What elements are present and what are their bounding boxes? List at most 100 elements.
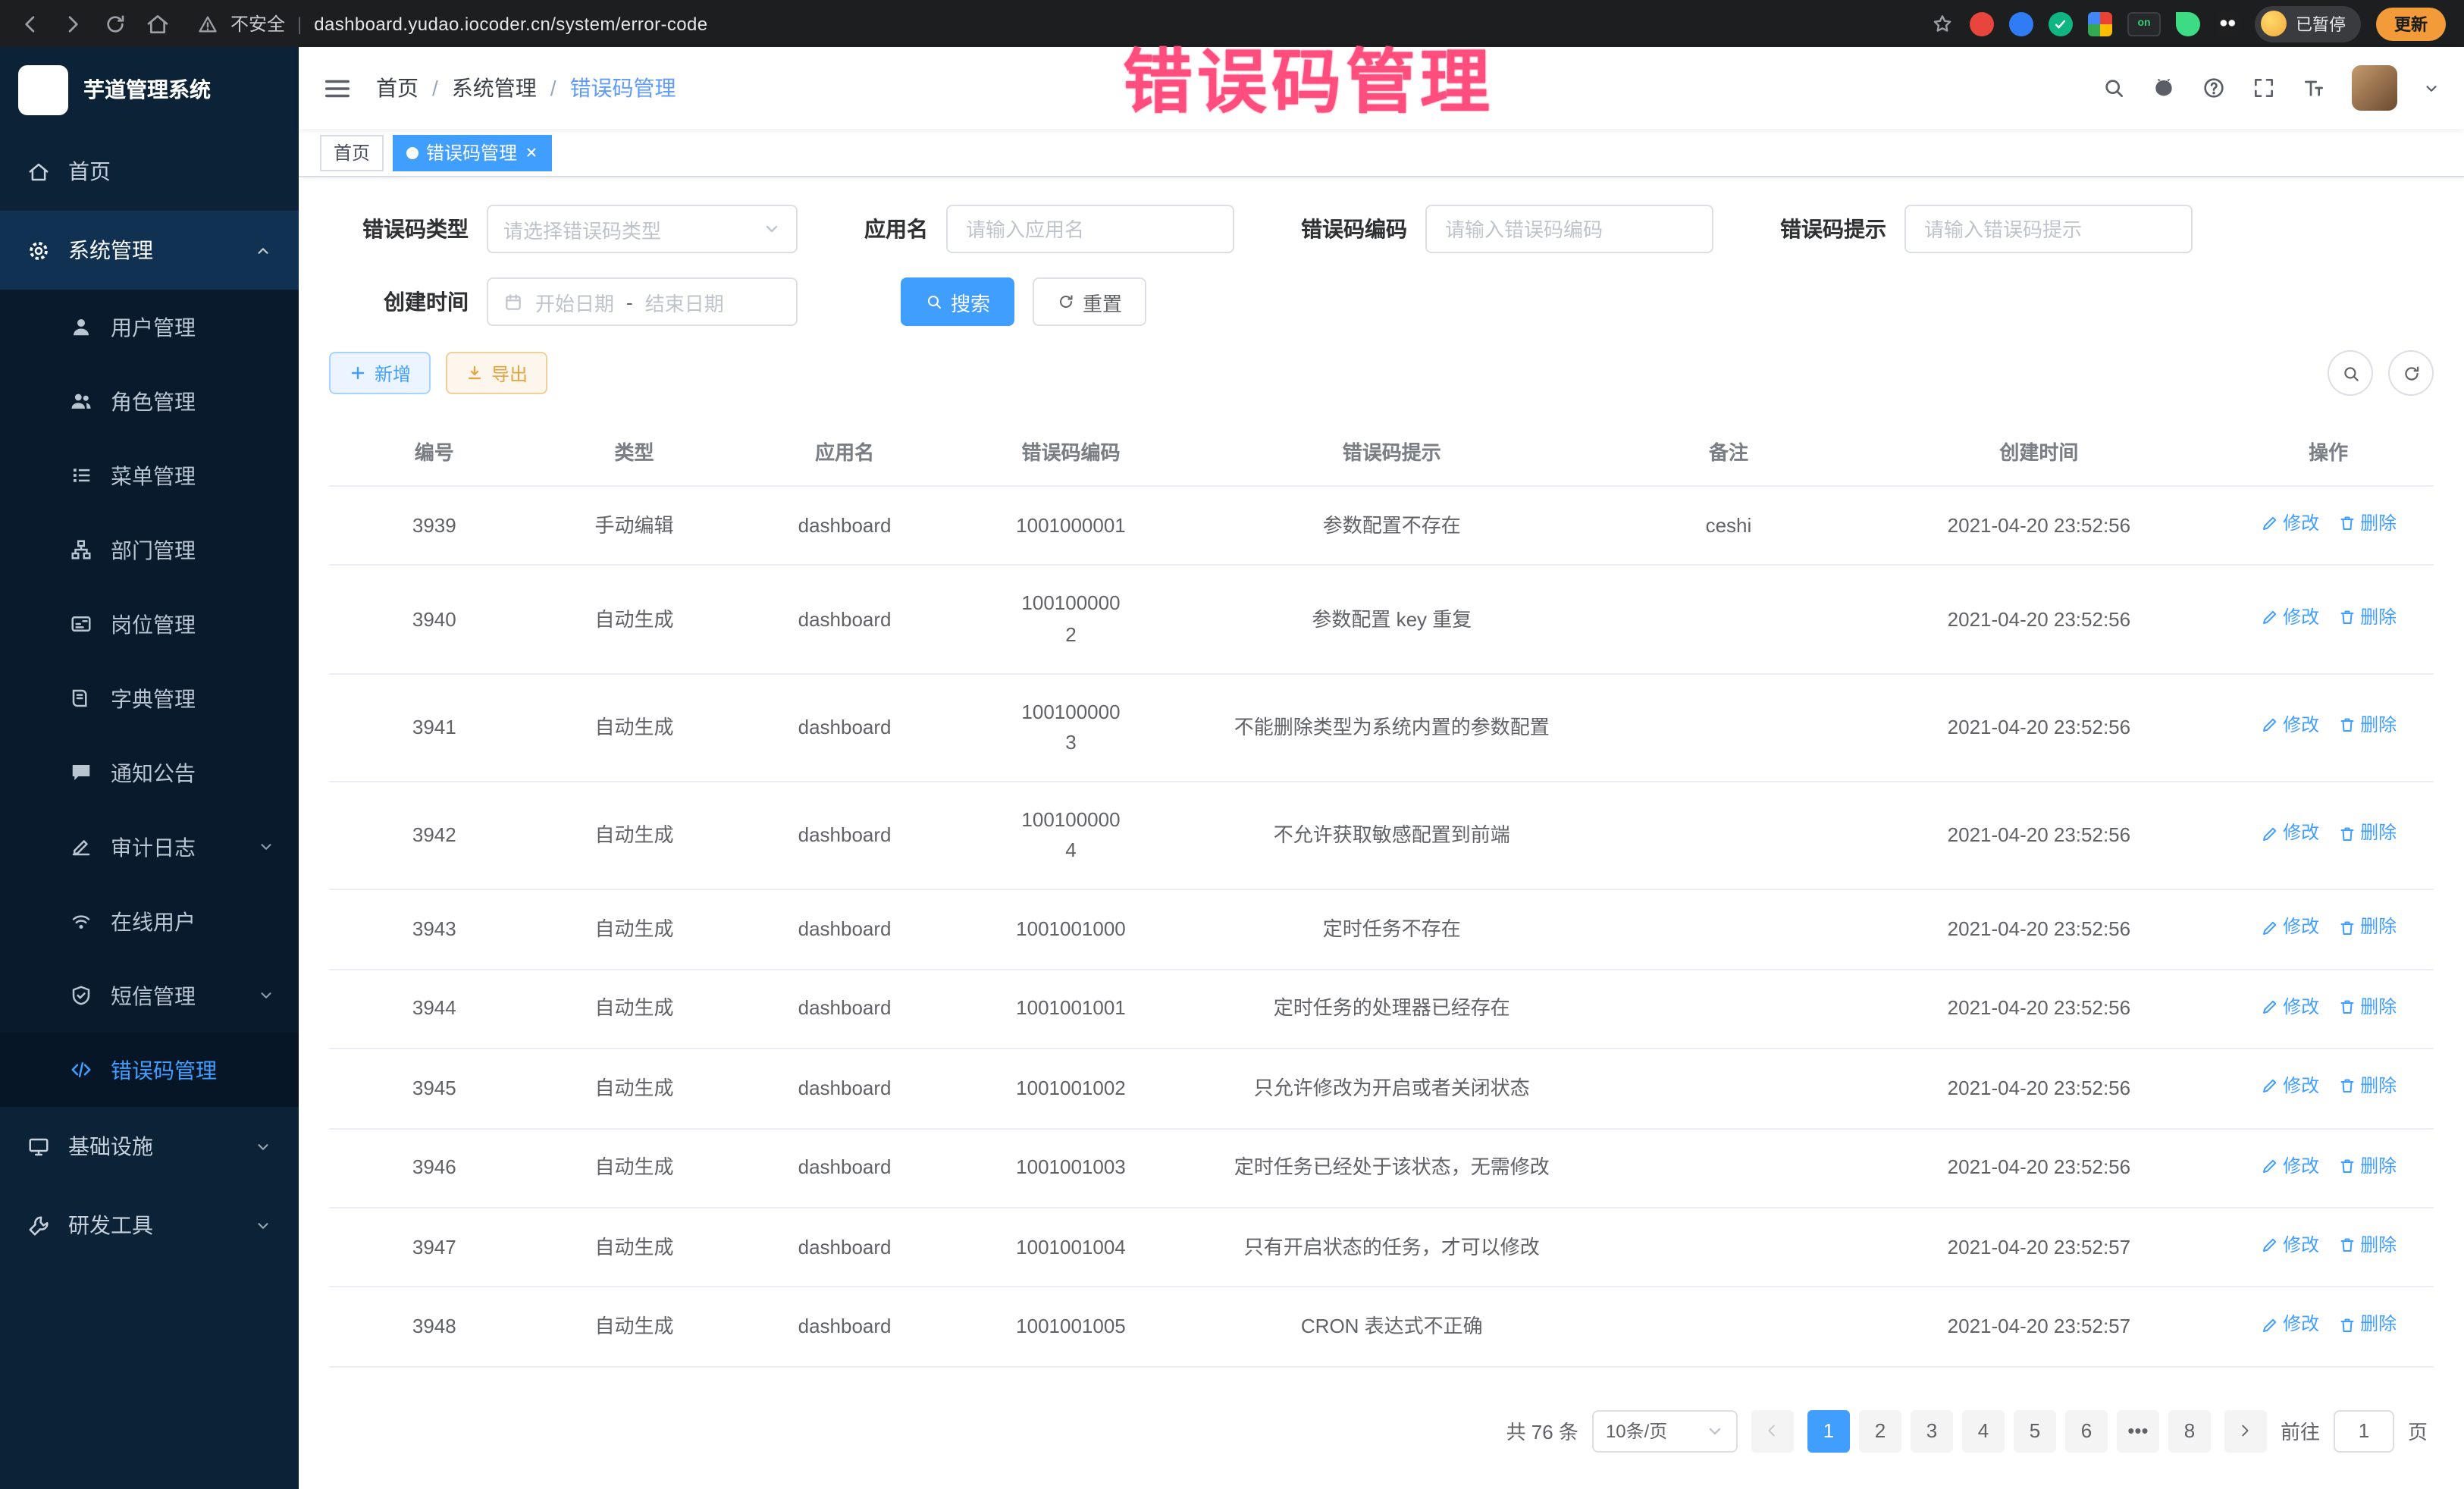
- search-toggle-button[interactable]: [2328, 350, 2373, 396]
- help-icon[interactable]: [2202, 76, 2226, 100]
- sidebar-item-infra[interactable]: 基础设施: [0, 1107, 299, 1186]
- sidebar-item-dept[interactable]: 部门管理: [0, 513, 299, 587]
- sidebar: 芋道管理系统 首页系统管理用户管理角色管理菜单管理部门管理岗位管理字典管理通知公…: [0, 47, 299, 1489]
- pager-page-button[interactable]: 6: [2065, 1410, 2108, 1453]
- sidebar-item-dev-tools[interactable]: 研发工具: [0, 1186, 299, 1265]
- edit-link[interactable]: 修改: [2260, 820, 2319, 848]
- view-tab[interactable]: 错误码管理: [393, 134, 552, 171]
- forward-icon[interactable]: [61, 11, 85, 36]
- pager-page-button[interactable]: 4: [1962, 1410, 2005, 1453]
- edit-link[interactable]: 修改: [2260, 914, 2319, 942]
- pager-page-button[interactable]: 2: [1859, 1410, 1901, 1453]
- date-range-picker[interactable]: 开始日期 - 结束日期: [487, 277, 798, 326]
- extension-leaf-icon[interactable]: [2176, 11, 2200, 36]
- pager-more-button[interactable]: •••: [2117, 1410, 2159, 1453]
- extension-on-badge[interactable]: on: [2127, 11, 2161, 36]
- fullscreen-icon[interactable]: [2252, 76, 2276, 100]
- back-icon[interactable]: [18, 11, 42, 36]
- cell-app: dashboard: [729, 890, 960, 970]
- col-type: 类型: [540, 417, 729, 486]
- browser-update-button[interactable]: 更新: [2376, 7, 2446, 40]
- error-hint-input[interactable]: [1904, 205, 2193, 253]
- pager-page-button[interactable]: 1: [1807, 1410, 1850, 1453]
- logo[interactable]: 芋道管理系统: [0, 47, 299, 132]
- app-name-input[interactable]: [946, 205, 1234, 253]
- delete-link[interactable]: 删除: [2337, 711, 2397, 739]
- export-button[interactable]: 导出: [446, 352, 547, 394]
- delete-link[interactable]: 删除: [2337, 992, 2397, 1020]
- delete-link[interactable]: 删除: [2337, 1231, 2397, 1259]
- edit-link[interactable]: 修改: [2260, 1311, 2319, 1339]
- edit-icon: [2260, 716, 2278, 735]
- sidebar-item-menu[interactable]: 菜单管理: [0, 438, 299, 513]
- edit-link[interactable]: 修改: [2260, 992, 2319, 1020]
- sidebar-item-online-user[interactable]: 在线用户: [0, 884, 299, 958]
- sidebar-item-notice[interactable]: 通知公告: [0, 735, 299, 810]
- bookmark-star-icon[interactable]: [1930, 11, 1955, 36]
- edit-link[interactable]: 修改: [2260, 1152, 2319, 1180]
- prev-page-button[interactable]: [1751, 1410, 1794, 1453]
- pager-page-button[interactable]: 3: [1911, 1410, 1953, 1453]
- delete-link[interactable]: 删除: [2337, 509, 2397, 538]
- cell-id: 3939: [329, 486, 540, 566]
- address-bar[interactable]: 不安全 | dashboard.yudao.iocoder.cn/system/…: [197, 11, 708, 36]
- extension-red-icon[interactable]: [1970, 11, 1994, 36]
- extension-grid-icon[interactable]: [2088, 11, 2112, 36]
- delete-link[interactable]: 删除: [2337, 1072, 2397, 1100]
- tab-close-icon[interactable]: [525, 146, 538, 159]
- breadcrumb-item[interactable]: 系统管理: [452, 73, 537, 103]
- caret-down-icon[interactable]: [2423, 80, 2440, 96]
- pager-page-button[interactable]: 8: [2168, 1410, 2211, 1453]
- browser-home-icon[interactable]: [146, 11, 170, 36]
- delete-icon: [2337, 1316, 2356, 1334]
- edit-link[interactable]: 修改: [2260, 1231, 2319, 1259]
- extension-tampermonkey-icon[interactable]: [2215, 11, 2240, 36]
- sidebar-item-user[interactable]: 用户管理: [0, 290, 299, 364]
- search-button[interactable]: 搜索: [901, 277, 1014, 326]
- delete-link[interactable]: 删除: [2337, 603, 2397, 632]
- cell-id: 3947: [329, 1208, 540, 1287]
- chevron-down-icon: [255, 1217, 271, 1234]
- table-toolbar: 新增 导出: [329, 350, 2434, 396]
- breadcrumb-item[interactable]: 首页: [376, 73, 419, 103]
- sidebar-item-label: 系统管理: [68, 235, 255, 265]
- github-icon[interactable]: [2152, 76, 2176, 100]
- sidebar-item-home[interactable]: 首页: [0, 132, 299, 211]
- error-code-input[interactable]: [1425, 205, 1713, 253]
- sidebar-item-post[interactable]: 岗位管理: [0, 587, 299, 661]
- extension-blue-icon[interactable]: [2009, 11, 2033, 36]
- chevron-down-icon: [763, 220, 781, 238]
- cell-remark: [1602, 782, 1854, 890]
- extension-check-icon[interactable]: [2049, 11, 2073, 36]
- profile-paused-badge[interactable]: 已暂停: [2255, 5, 2361, 42]
- next-page-button[interactable]: [2224, 1410, 2267, 1453]
- search-icon[interactable]: [2102, 76, 2126, 100]
- reload-icon[interactable]: [103, 11, 127, 36]
- edit-link[interactable]: 修改: [2260, 603, 2319, 632]
- page-size-select[interactable]: 10条/页: [1592, 1410, 1738, 1453]
- sidebar-item-role[interactable]: 角色管理: [0, 364, 299, 438]
- delete-link[interactable]: 删除: [2337, 820, 2397, 848]
- user-avatar[interactable]: [2352, 65, 2397, 111]
- cell-time: 2021-04-20 23:52:56: [1855, 673, 2224, 782]
- sidebar-item-system[interactable]: 系统管理: [0, 211, 299, 290]
- pager-page-button[interactable]: 5: [2014, 1410, 2056, 1453]
- goto-page-input[interactable]: [2334, 1410, 2394, 1453]
- delete-link[interactable]: 删除: [2337, 914, 2397, 942]
- delete-link[interactable]: 删除: [2337, 1311, 2397, 1339]
- error-type-select[interactable]: 请选择错误码类型: [487, 205, 798, 253]
- sidebar-item-sms[interactable]: 短信管理: [0, 958, 299, 1033]
- hamburger-icon[interactable]: [323, 74, 352, 102]
- refresh-button[interactable]: [2388, 350, 2434, 396]
- view-tab[interactable]: 首页: [320, 134, 384, 171]
- sidebar-item-error-code[interactable]: 错误码管理: [0, 1033, 299, 1107]
- sidebar-item-dict[interactable]: 字典管理: [0, 661, 299, 735]
- fontsize-icon[interactable]: [2302, 76, 2326, 100]
- add-button[interactable]: 新增: [329, 352, 431, 394]
- edit-link[interactable]: 修改: [2260, 1072, 2319, 1100]
- delete-link[interactable]: 删除: [2337, 1152, 2397, 1180]
- reset-button[interactable]: 重置: [1033, 277, 1146, 326]
- sidebar-item-audit-log[interactable]: 审计日志: [0, 810, 299, 884]
- edit-link[interactable]: 修改: [2260, 711, 2319, 739]
- edit-link[interactable]: 修改: [2260, 509, 2319, 538]
